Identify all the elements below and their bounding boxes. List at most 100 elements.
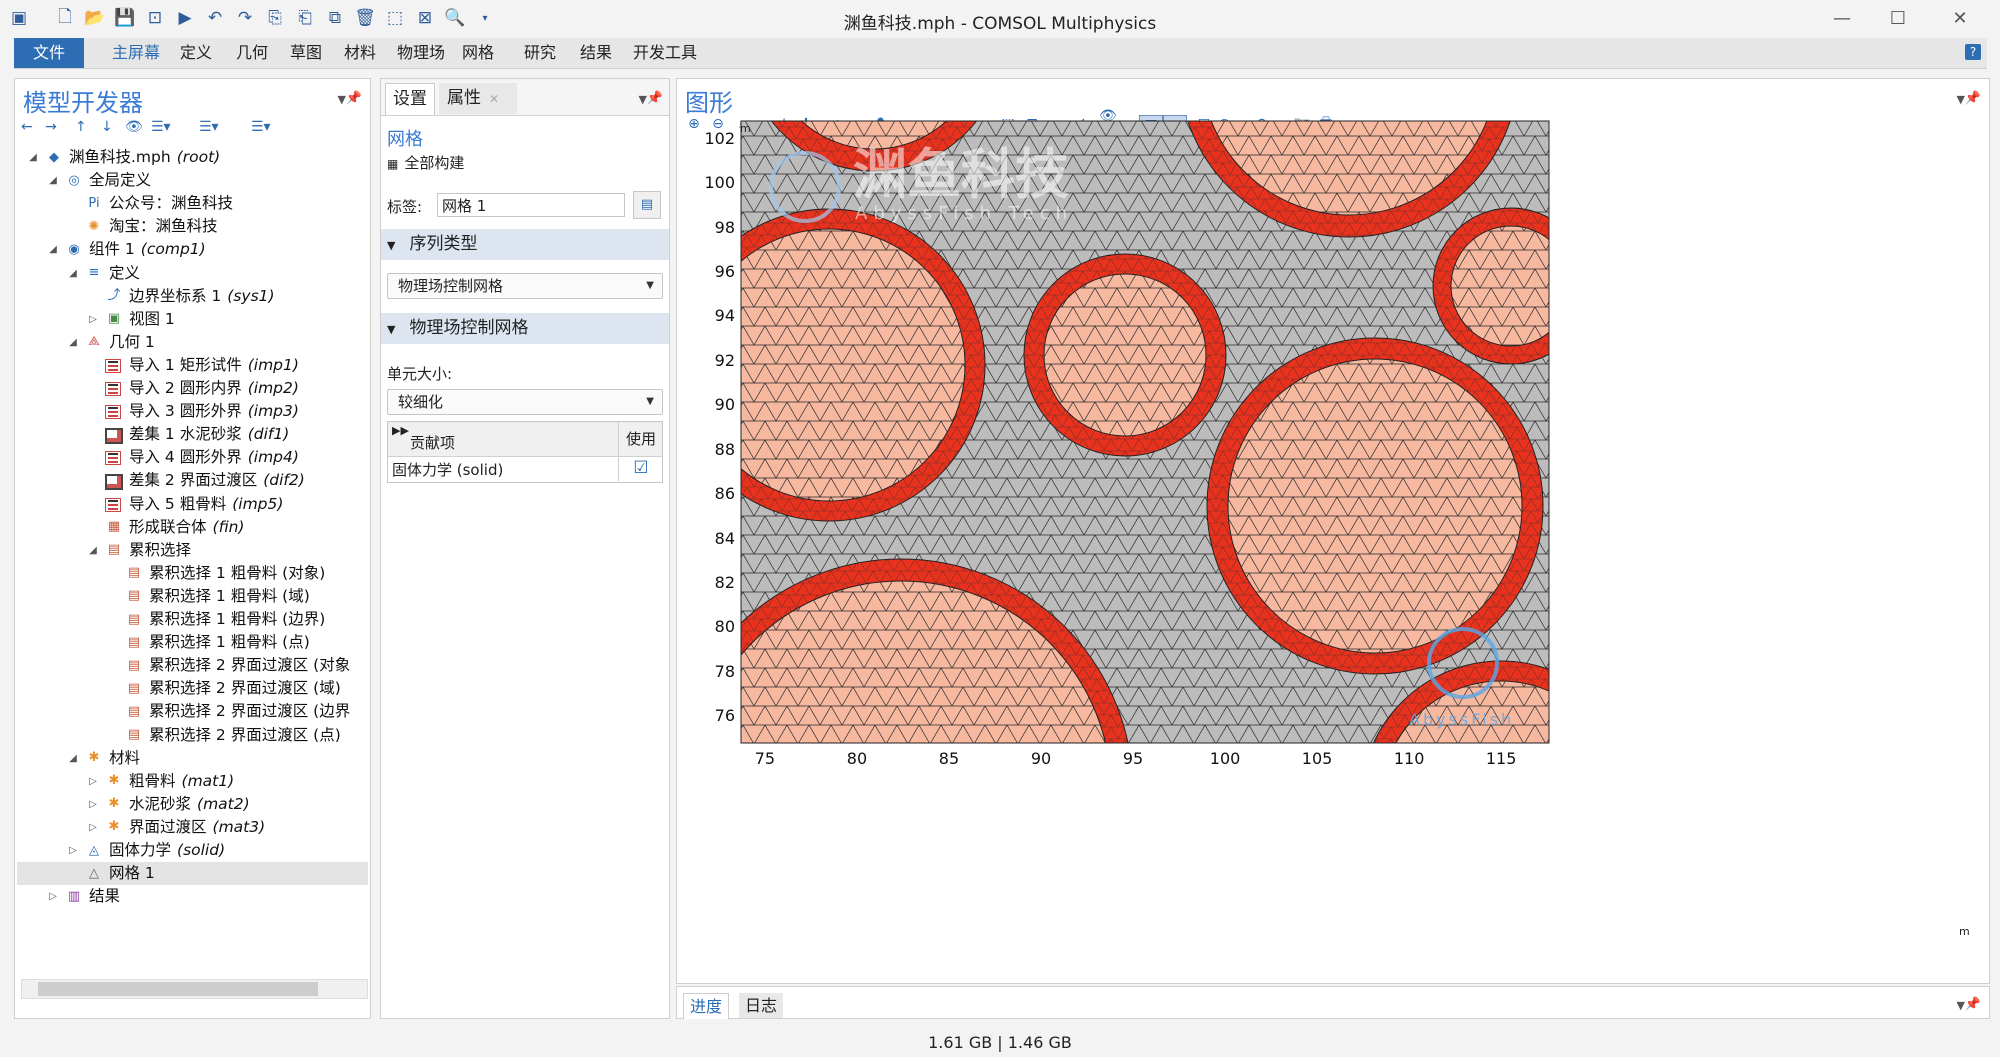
panel-menu-icon[interactable]: ▼ [639, 93, 647, 106]
tree-item[interactable]: 导入 2 圆形内界 (imp2) [17, 377, 368, 400]
tree-item[interactable]: ▤ 累积选择 1 粗骨料 (点) [17, 631, 368, 654]
tab-study[interactable]: 研究 [510, 38, 570, 68]
tree-item[interactable]: 差集 1 水泥砂浆 (dif1) [17, 423, 368, 446]
section-sequence-type-label: 序列类型 [409, 234, 478, 254]
back-icon[interactable]: ← [21, 119, 33, 135]
close-tab-icon[interactable]: ✕ [489, 92, 499, 106]
tab-mesh[interactable]: 网格 [448, 38, 508, 68]
expand-arrow-icon[interactable]: ▷ [87, 770, 99, 793]
y-tick-label: 94 [714, 306, 735, 326]
element-size-select[interactable]: 较细化 ▼ [387, 389, 663, 415]
table-row[interactable]: 固体力学 (solid) ☑ [388, 456, 662, 481]
tree-item-tag: (imp3) [247, 402, 299, 421]
tab-geometry[interactable]: 几何 [222, 38, 282, 68]
use-checkbox[interactable]: ☑ [618, 456, 663, 481]
tab-home[interactable]: 主屏幕 [96, 38, 176, 68]
tab-file[interactable]: 文件 [14, 38, 84, 68]
sequence-type-select[interactable]: 物理场控制网格 ▼ [387, 273, 663, 299]
tree-item[interactable]: 导入 3 圆形外界 (imp3) [17, 400, 368, 423]
vertical-scroll-icon[interactable] [1973, 119, 1983, 239]
tree-item[interactable]: ▤ 累积选择 1 粗骨料 (边界) [17, 608, 368, 631]
tree-item[interactable]: 导入 4 圆形外界 (imp4) [17, 446, 368, 469]
tree-item[interactable]: Pi 公众号：渊鱼科技 [17, 192, 368, 215]
expand-arrow-icon[interactable]: ▷ [67, 839, 79, 862]
horizontal-scrollbar[interactable] [21, 979, 368, 999]
tree-item[interactable]: ▤ 累积选择 1 粗骨料 (对象) [17, 562, 368, 585]
help-icon[interactable]: ? [1965, 44, 1981, 60]
panel-menu-icon[interactable]: ▼ [338, 93, 346, 106]
forward-icon[interactable]: → [45, 119, 57, 135]
tab-materials[interactable]: 材料 [330, 38, 390, 68]
mesh-plot[interactable]: 渊鱼科技AbyssFish Tech AbyssFish [677, 79, 1989, 983]
tab-progress[interactable]: 进度 [683, 993, 730, 1019]
collapse-arrow-icon[interactable]: ◢ [27, 146, 39, 169]
tree-item[interactable]: ✺ 淘宝：渊鱼科技 [17, 215, 368, 238]
tree-item[interactable]: ▤ 累积选择 1 粗骨料 (域) [17, 585, 368, 608]
tree-item[interactable]: ◢ ≡ 定义 [17, 262, 368, 285]
tab-sketch[interactable]: 草图 [276, 38, 336, 68]
tree-item[interactable]: ▷ ▥ 结果 [17, 885, 368, 908]
tree-item[interactable]: ▷ ◬ 固体力学 (solid) [17, 839, 368, 862]
tree-item[interactable]: ⤴ 边界坐标系 1 (sys1) [17, 285, 368, 308]
component-icon: ◉ [68, 241, 80, 257]
label-input[interactable]: 网格 1 [437, 193, 625, 217]
edit-label-icon[interactable]: ▤ [633, 191, 661, 219]
tree-item[interactable]: ▷ ▣ 视图 1 [17, 308, 368, 331]
tree-item[interactable]: ▤ 累积选择 2 界面过渡区 (域) [17, 677, 368, 700]
tree-item[interactable]: ▷ ✱ 水泥砂浆 (mat2) [17, 793, 368, 816]
expand-arrow-icon[interactable]: ▷ [87, 793, 99, 816]
tab-settings[interactable]: 设置 [385, 83, 435, 115]
tree-item[interactable]: ▷ ✱ 界面过渡区 (mat3) [17, 816, 368, 839]
pin-icon[interactable]: 📌 [647, 91, 663, 106]
collapse-arrow-icon[interactable]: ◢ [67, 262, 79, 285]
tree-item[interactable]: ◢ ⟁ 几何 1 [17, 331, 368, 354]
expand-arrow-icon[interactable]: ▷ [87, 816, 99, 839]
maximize-icon[interactable]: ☐ [1878, 4, 1918, 32]
tab-developer[interactable]: 开发工具 [620, 38, 710, 68]
tab-definitions[interactable]: 定义 [166, 38, 226, 68]
tree-item[interactable]: ▤ 累积选择 2 界面过渡区 (对象 [17, 654, 368, 677]
table-row-label: 固体力学 (solid) [392, 461, 504, 479]
tree-item[interactable]: ◢ ▤ 累积选择 [17, 539, 368, 562]
tree-item[interactable]: ◢ ✱ 材料 [17, 747, 368, 770]
collapse-arrow-icon[interactable]: ◢ [87, 539, 99, 562]
tree-item[interactable]: △ 网格 1 [17, 862, 368, 886]
collapse-arrow-icon[interactable]: ◢ [67, 331, 79, 354]
tree-item[interactable]: ▦ 形成联合体 (fin) [17, 516, 368, 539]
tab-results[interactable]: 结果 [566, 38, 626, 68]
section-physics-mesh[interactable]: ▼ 物理场控制网格 [381, 313, 669, 344]
view-menu-icon[interactable]: ☰▾ [251, 119, 271, 135]
move-up-icon[interactable]: ↑ [75, 119, 87, 135]
move-down-icon[interactable]: ↓ [101, 119, 113, 135]
tree-item[interactable]: 差集 2 界面过渡区 (dif2) [17, 469, 368, 492]
collapse-arrow-icon[interactable]: ◢ [47, 169, 59, 192]
tree-item-label: 结果 [89, 885, 120, 908]
expand-all-icon[interactable]: ▶▶ [392, 424, 409, 437]
collapse-arrow-icon[interactable]: ◢ [67, 747, 79, 770]
panel-menu-icon[interactable]: ▼ [1957, 999, 1965, 1012]
scrollbar-thumb[interactable] [38, 982, 318, 996]
tree-item[interactable]: ▤ 累积选择 2 界面过渡区 (边界 [17, 700, 368, 723]
pin-icon[interactable]: 📌 [346, 91, 362, 106]
tree-item[interactable]: ◢ ◆ 渊鱼科技.mph (root) [17, 146, 368, 169]
tree-item[interactable]: 导入 1 矩形试件 (imp1) [17, 354, 368, 377]
minimize-icon[interactable]: — [1822, 4, 1862, 32]
tree-item[interactable]: ◢ ◎ 全局定义 [17, 169, 368, 192]
tree-item[interactable]: ▷ ✱ 粗骨料 (mat1) [17, 770, 368, 793]
expand-arrow-icon[interactable]: ▷ [47, 885, 59, 908]
expand-icon[interactable]: ☰▾ [151, 119, 171, 135]
build-all-button[interactable]: ▦ 全部构建 [387, 152, 464, 173]
collapse-arrow-icon[interactable]: ◢ [47, 238, 59, 261]
close-icon[interactable]: ✕ [1940, 4, 1980, 32]
pin-icon[interactable]: 📌 [1965, 997, 1981, 1012]
tree-item[interactable]: ▤ 累积选择 2 界面过渡区 (点) [17, 724, 368, 747]
collapse-icon[interactable]: ☰▾ [199, 119, 219, 135]
tab-log[interactable]: 日志 [739, 993, 784, 1018]
tree-item[interactable]: ◢ ◉ 组件 1 (comp1) [17, 238, 368, 261]
show-icon[interactable]: 👁 [125, 119, 143, 135]
tab-properties[interactable]: 属性 ✕ [439, 83, 517, 114]
tree-item[interactable]: 导入 5 粗骨料 (imp5) [17, 493, 368, 516]
tab-physics[interactable]: 物理场 [386, 38, 456, 68]
expand-arrow-icon[interactable]: ▷ [87, 308, 99, 331]
section-sequence-type[interactable]: ▼ 序列类型 [381, 229, 669, 260]
